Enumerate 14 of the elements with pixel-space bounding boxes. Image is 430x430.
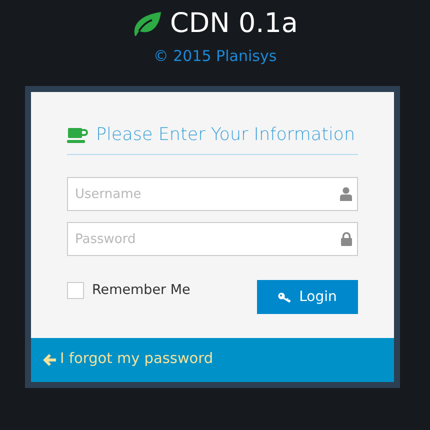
user-icon bbox=[340, 187, 352, 202]
lock-icon bbox=[341, 232, 352, 246]
copyright-text: © 2015 Planisys bbox=[153, 46, 277, 66]
checkbox[interactable] bbox=[67, 282, 84, 299]
app-title: CDN 0.1a bbox=[170, 7, 298, 41]
arrow-left-icon bbox=[43, 354, 56, 366]
key-icon bbox=[278, 292, 292, 303]
checkbox-label[interactable]: Remember Me bbox=[92, 280, 190, 300]
input-field[interactable]: Password bbox=[67, 222, 358, 256]
coffee-cup-icon bbox=[67, 128, 88, 143]
form-heading: Please Enter Your Information bbox=[96, 124, 356, 147]
leaf-icon bbox=[132, 11, 162, 38]
login-button[interactable]: Login bbox=[257, 280, 358, 314]
input-field[interactable]: Username bbox=[67, 177, 358, 212]
